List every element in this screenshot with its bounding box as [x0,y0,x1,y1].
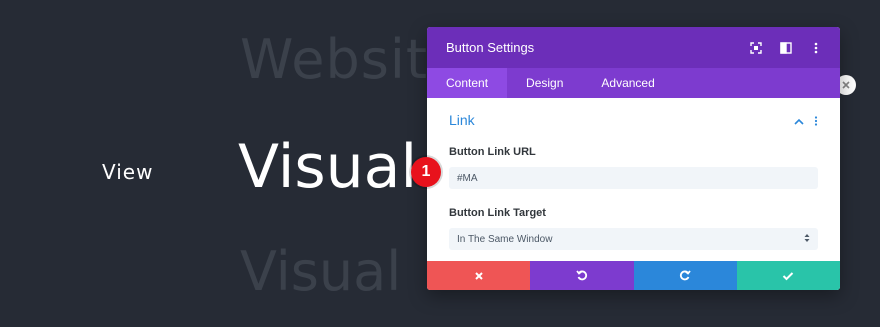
more-vertical-icon[interactable] [814,111,818,130]
modal-footer [427,261,840,290]
background-text-view: View [102,160,154,184]
chevron-up-icon[interactable] [794,111,804,130]
button-link-target-select[interactable]: In The Same Window [449,228,818,250]
background-heading-visual: Visual [238,132,418,202]
section-tools [794,111,818,130]
button-settings-modal: Button Settings Content Design Advanced … [427,27,840,290]
button-link-url-input[interactable]: #MA [449,167,818,189]
undo-button[interactable] [530,261,634,290]
cancel-button[interactable] [427,261,531,290]
redo-button[interactable] [633,261,737,290]
close-icon [474,266,484,285]
redo-icon [679,266,691,285]
background-heading-website: Websit [240,28,429,91]
section-header[interactable]: Link [449,110,818,130]
header-toolbar [748,40,824,56]
step-marker-badge: 1 [411,157,441,187]
select-arrows-icon [804,233,810,246]
section-title: Link [449,112,475,128]
tab-design[interactable]: Design [507,68,582,98]
settings-tabs: Content Design Advanced [427,68,840,98]
button-link-url-label: Button Link URL [449,146,536,158]
modal-header: Button Settings [427,27,840,68]
split-icon[interactable] [778,40,794,56]
check-icon [782,266,794,285]
button-link-target-value: In The Same Window [457,233,553,245]
button-link-url-value: #MA [457,172,478,184]
link-section: Link Button Link URL #MA Button Link Tar… [427,98,840,250]
save-button[interactable] [736,261,840,290]
undo-icon [576,266,588,285]
expand-icon[interactable] [748,40,764,56]
background-heading-visual-faded: Visual [240,240,402,303]
tab-content[interactable]: Content [427,68,508,98]
modal-title: Button Settings [446,40,535,55]
more-vertical-icon[interactable] [808,40,824,56]
button-link-target-label: Button Link Target [449,207,546,219]
tab-advanced[interactable]: Advanced [582,68,673,98]
